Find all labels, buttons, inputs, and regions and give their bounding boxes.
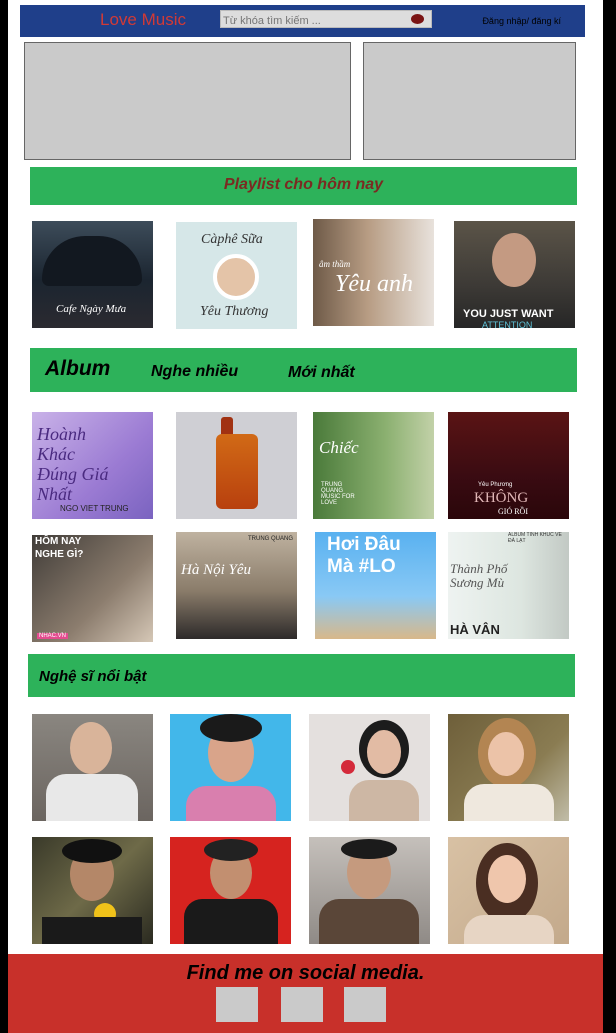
artist-item[interactable] xyxy=(309,714,430,821)
album-item-caption: HÔM NAY NGHE GÌ? xyxy=(35,536,84,560)
playlist-item-caption: Yêu Thương xyxy=(200,304,269,319)
tab-most-played[interactable]: Nghe nhiều xyxy=(151,363,238,381)
search-box xyxy=(220,10,432,29)
album-item-caption: Hoành Khác Đúng Giá Nhất xyxy=(37,424,109,504)
artist-item[interactable] xyxy=(448,837,569,944)
album-item[interactable]: Hơi Đâu Mà #LO xyxy=(315,532,436,639)
artists-section-header: Nghệ sĩ nổi bật xyxy=(28,654,575,697)
search-input[interactable] xyxy=(221,13,408,29)
artist-item[interactable] xyxy=(170,837,291,944)
album-item[interactable] xyxy=(176,412,297,519)
album-item[interactable]: Hà Nội Yêu TRUNG QUANG xyxy=(176,532,297,639)
artist-item[interactable] xyxy=(448,714,569,821)
playlist-item[interactable]: âm thầm Yêu anh xyxy=(313,219,434,326)
album-item-caption: Yêu Phương xyxy=(478,482,513,488)
playlist-item-caption: YOU JUST WANT xyxy=(463,308,554,320)
album-item[interactable]: Chiếc TRUNG QUANG MUSIC FOR LOVE xyxy=(313,412,434,519)
album-section-header: Album Nghe nhiều Mới nhất xyxy=(30,348,577,392)
search-button-icon[interactable] xyxy=(411,14,424,24)
album-item-caption: Hà Nội Yêu xyxy=(181,562,252,578)
artist-item[interactable] xyxy=(170,714,291,821)
artist-item[interactable] xyxy=(32,714,153,821)
album-item-caption: Chiếc xyxy=(319,438,359,457)
album-title: Album xyxy=(45,357,111,380)
banner-left[interactable] xyxy=(24,42,351,160)
tab-newest[interactable]: Mới nhất xyxy=(288,364,355,382)
footer-text: Find me on social media. xyxy=(186,962,425,984)
social-icon[interactable] xyxy=(344,987,386,1022)
album-item-caption: GIÓ RỒI xyxy=(498,507,528,516)
album-item-caption: NHAC.VN xyxy=(37,633,69,639)
footer: Find me on social media. xyxy=(8,954,603,1033)
album-item[interactable]: HÔM NAY NGHE GÌ? NHAC.VN xyxy=(32,535,153,642)
playlist-item-caption: âm thầm xyxy=(319,259,351,269)
album-item-caption: TRUNG QUANG MUSIC FOR LOVE xyxy=(321,482,355,506)
login-link[interactable]: Đăng nhập/ đăng kí xyxy=(482,16,561,26)
album-item-caption: ALBUM TÌNH KHÚC VỀ ĐÀ LẠT xyxy=(508,532,562,544)
playlist-item[interactable]: Cafe Ngày Mưa xyxy=(32,221,153,328)
brand-logo[interactable]: Love Music xyxy=(100,10,186,30)
social-icon[interactable] xyxy=(281,987,323,1022)
playlist-item[interactable]: Càphê Sữa Yêu Thương xyxy=(176,222,297,329)
playlist-item-caption: Càphê Sữa xyxy=(201,232,263,247)
album-item-caption: TRUNG QUANG xyxy=(248,536,293,542)
top-navbar: Love Music Đăng nhập/ đăng kí xyxy=(20,5,585,37)
playlist-section-header: Playlist cho hôm nay xyxy=(30,167,577,205)
album-item-caption: NGO VIET TRUNG xyxy=(60,504,129,513)
artist-item[interactable] xyxy=(32,837,153,944)
banner-right[interactable] xyxy=(363,42,576,160)
playlist-item[interactable]: YOU JUST WANT ATTENTION xyxy=(454,221,575,328)
album-item[interactable]: ALBUM TÌNH KHÚC VỀ ĐÀ LẠT Thành Phố Sươn… xyxy=(448,532,569,639)
social-icon[interactable] xyxy=(216,987,258,1022)
album-item-caption: Hơi Đâu Mà #LO xyxy=(327,534,401,577)
playlist-item-caption: Yêu anh xyxy=(335,271,413,297)
album-item-caption: Thành Phố Sương Mù xyxy=(450,561,508,590)
artists-title: Nghệ sĩ nổi bật xyxy=(39,668,147,685)
album-item-caption: HÀ VÂN xyxy=(450,622,500,637)
album-item-caption: KHÔNG xyxy=(474,490,529,506)
page: Love Music Đăng nhập/ đăng kí Playlist c… xyxy=(8,0,603,1033)
artist-item[interactable] xyxy=(309,837,430,944)
playlist-item-caption: Cafe Ngày Mưa xyxy=(56,303,127,315)
album-item[interactable]: Hoành Khác Đúng Giá Nhất NGO VIET TRUNG xyxy=(32,412,153,519)
playlist-item-caption: ATTENTION xyxy=(482,320,533,328)
album-item[interactable]: Yêu Phương KHÔNG GIÓ RỒI xyxy=(448,412,569,519)
playlist-title: Playlist cho hôm nay xyxy=(223,176,384,193)
